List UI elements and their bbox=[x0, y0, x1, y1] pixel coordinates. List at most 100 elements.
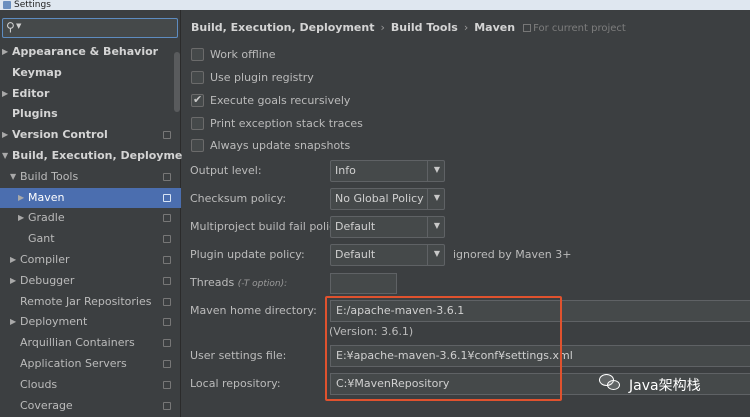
chevron-right-icon[interactable]: ▶ bbox=[2, 84, 8, 104]
project-scope-icon bbox=[163, 318, 171, 327]
sidebar-item-debugger[interactable]: ▶ Debugger bbox=[0, 271, 181, 291]
project-scope-icon bbox=[163, 276, 171, 285]
checkbox-label: Always update snapshots bbox=[210, 139, 351, 152]
select-value: No Global Policy bbox=[335, 192, 424, 205]
dropdown-arrow-icon: ▼ bbox=[433, 221, 440, 230]
window-title: Settings bbox=[14, 0, 51, 10]
settings-search-input[interactable]: ⚲ ▼ bbox=[2, 18, 178, 38]
breadcrumb-item[interactable]: Maven bbox=[474, 21, 515, 34]
threads-label-text: Threads bbox=[190, 276, 235, 289]
threads-input[interactable] bbox=[330, 273, 397, 294]
project-scope-icon bbox=[163, 214, 171, 223]
sidebar-item-application-servers[interactable]: Application Servers bbox=[0, 354, 181, 374]
dropdown-arrow-icon: ▼ bbox=[433, 249, 440, 258]
chevron-right-icon[interactable]: ▶ bbox=[10, 250, 16, 270]
sidebar-item-editor[interactable]: ▶ Editor bbox=[0, 84, 181, 104]
project-scope-icon bbox=[523, 24, 532, 32]
checkbox-box[interactable] bbox=[191, 117, 204, 130]
sidebar-item-label: Build, Execution, Deployment bbox=[12, 149, 196, 162]
sidebar-item-gant[interactable]: Gant bbox=[0, 229, 181, 249]
sidebar-item-label: Remote Jar Repositories bbox=[20, 294, 152, 308]
project-scope-icon bbox=[163, 339, 171, 348]
chevron-down-icon: ▼ bbox=[16, 22, 22, 30]
project-scope-icon bbox=[163, 172, 171, 181]
sidebar-item-label: Version Control bbox=[12, 128, 108, 142]
checkbox-box[interactable] bbox=[191, 71, 204, 84]
sidebar-scrollbar[interactable] bbox=[174, 52, 180, 112]
project-scope-icon bbox=[163, 235, 171, 244]
app-icon bbox=[3, 1, 11, 9]
chevron-right-icon[interactable]: ▶ bbox=[2, 125, 8, 145]
sidebar-item-keymap[interactable]: Keymap bbox=[0, 63, 181, 83]
search-icon: ⚲ bbox=[6, 20, 15, 34]
window-title-bar: Settings bbox=[0, 0, 750, 10]
sidebar-item-deployment[interactable]: ▶ Deployment bbox=[0, 312, 181, 332]
sidebar-item-label: Application Servers bbox=[20, 357, 127, 370]
sidebar-item-gradle[interactable]: ▶ Gradle bbox=[0, 208, 181, 228]
user-settings-label: User settings file: bbox=[190, 349, 287, 362]
plugin-update-policy-select[interactable]: Default ▼ bbox=[330, 244, 445, 266]
chevron-right-icon[interactable]: ▶ bbox=[18, 188, 24, 208]
select-value: Info bbox=[335, 164, 356, 177]
sidebar-item-label: Coverage bbox=[20, 398, 73, 412]
checkbox-box[interactable] bbox=[191, 139, 204, 152]
sidebar-item-label: Arquillian Containers bbox=[20, 336, 135, 350]
chevron-down-icon[interactable]: ▼ bbox=[2, 146, 8, 166]
highlight-box bbox=[325, 296, 562, 401]
project-scope-icon bbox=[163, 193, 171, 202]
project-scope-icon bbox=[163, 360, 171, 368]
chevron-down-icon[interactable]: ▼ bbox=[10, 167, 16, 187]
breadcrumb-item[interactable]: Build Tools bbox=[391, 21, 458, 34]
threads-hint: (-T option): bbox=[237, 279, 288, 289]
local-repository-label: Local repository: bbox=[190, 377, 281, 390]
project-scope-icon bbox=[163, 401, 171, 410]
sidebar-item-build-tools[interactable]: ▼ Build Tools bbox=[0, 167, 181, 187]
checkbox-label: Print exception stack traces bbox=[210, 117, 363, 130]
sidebar-item-label: Keymap bbox=[12, 65, 62, 79]
maven-home-label: Maven home directory: bbox=[190, 304, 317, 317]
sidebar-item-label: Editor bbox=[12, 86, 50, 100]
watermark: Java架构栈 bbox=[589, 362, 750, 410]
wechat-icon bbox=[599, 374, 621, 392]
sidebar-item-label: Plugins bbox=[12, 107, 58, 121]
breadcrumb-separator: › bbox=[463, 21, 469, 34]
sidebar-item-remote-jar-repositories[interactable]: Remote Jar Repositories bbox=[0, 292, 181, 312]
sidebar-item-clouds[interactable]: Clouds bbox=[0, 375, 181, 395]
chevron-right-icon[interactable]: ▶ bbox=[18, 208, 24, 228]
project-scope-icon bbox=[163, 131, 171, 140]
checkmark-icon: ✔ bbox=[193, 93, 203, 106]
multiproject-fail-policy-select[interactable]: Default ▼ bbox=[330, 216, 445, 238]
multiproject-fail-policy-label: Multiproject build fail policy: bbox=[190, 220, 345, 233]
sidebar-item-label: Gant bbox=[28, 232, 55, 246]
sidebar-item-version-control[interactable]: ▶ Version Control bbox=[0, 125, 181, 145]
sidebar-item-build-execution-deployment[interactable]: ▼ Build, Execution, Deployment bbox=[0, 146, 195, 166]
sidebar-item-label: Clouds bbox=[20, 377, 58, 391]
sidebar-item-label: Debugger bbox=[20, 273, 75, 287]
settings-content: Build, Execution, Deployment › Build Tools… bbox=[182, 10, 750, 417]
sidebar-item-compiler[interactable]: ▶ Compiler bbox=[0, 250, 181, 270]
sidebar-item-plugins[interactable]: Plugins bbox=[0, 104, 181, 124]
checkbox-label: Work offline bbox=[210, 48, 276, 61]
chevron-right-icon[interactable]: ▶ bbox=[2, 42, 8, 62]
checkbox-label: Execute goals recursively bbox=[210, 94, 351, 107]
chevron-right-icon[interactable]: ▶ bbox=[10, 271, 16, 291]
checkbox-box[interactable]: ✔ bbox=[191, 93, 204, 107]
sidebar-item-arquillian-containers[interactable]: Arquillian Containers bbox=[0, 333, 181, 353]
sidebar-item-appearance-behavior[interactable]: ▶ Appearance & Behavior bbox=[0, 42, 181, 62]
checkbox-box[interactable] bbox=[191, 48, 204, 61]
breadcrumb-item[interactable]: Build, Execution, Deployment bbox=[191, 21, 374, 34]
project-scope-icon bbox=[163, 297, 171, 306]
chevron-right-icon[interactable]: ▶ bbox=[10, 312, 16, 332]
plugin-update-policy-note: ignored by Maven 3+ bbox=[453, 248, 572, 261]
breadcrumb-separator: › bbox=[380, 21, 385, 34]
dropdown-arrow-icon: ▼ bbox=[433, 165, 440, 174]
output-level-select[interactable]: Info ▼ bbox=[330, 160, 445, 182]
checksum-policy-select[interactable]: No Global Policy ▼ bbox=[330, 188, 445, 210]
plugin-update-policy-label: Plugin update policy: bbox=[190, 248, 305, 261]
scope-label: For current project bbox=[533, 23, 626, 34]
sidebar-item-label: Deployment bbox=[20, 315, 88, 329]
sidebar-item-maven[interactable]: ▶ Maven bbox=[0, 187, 181, 208]
project-scope-icon bbox=[163, 256, 171, 264]
sidebar-item-coverage[interactable]: Coverage bbox=[0, 396, 181, 416]
settings-sidebar: ⚲ ▼ ▶ Appearance & Behavior Keymap ▶ Editor P… bbox=[0, 10, 195, 417]
